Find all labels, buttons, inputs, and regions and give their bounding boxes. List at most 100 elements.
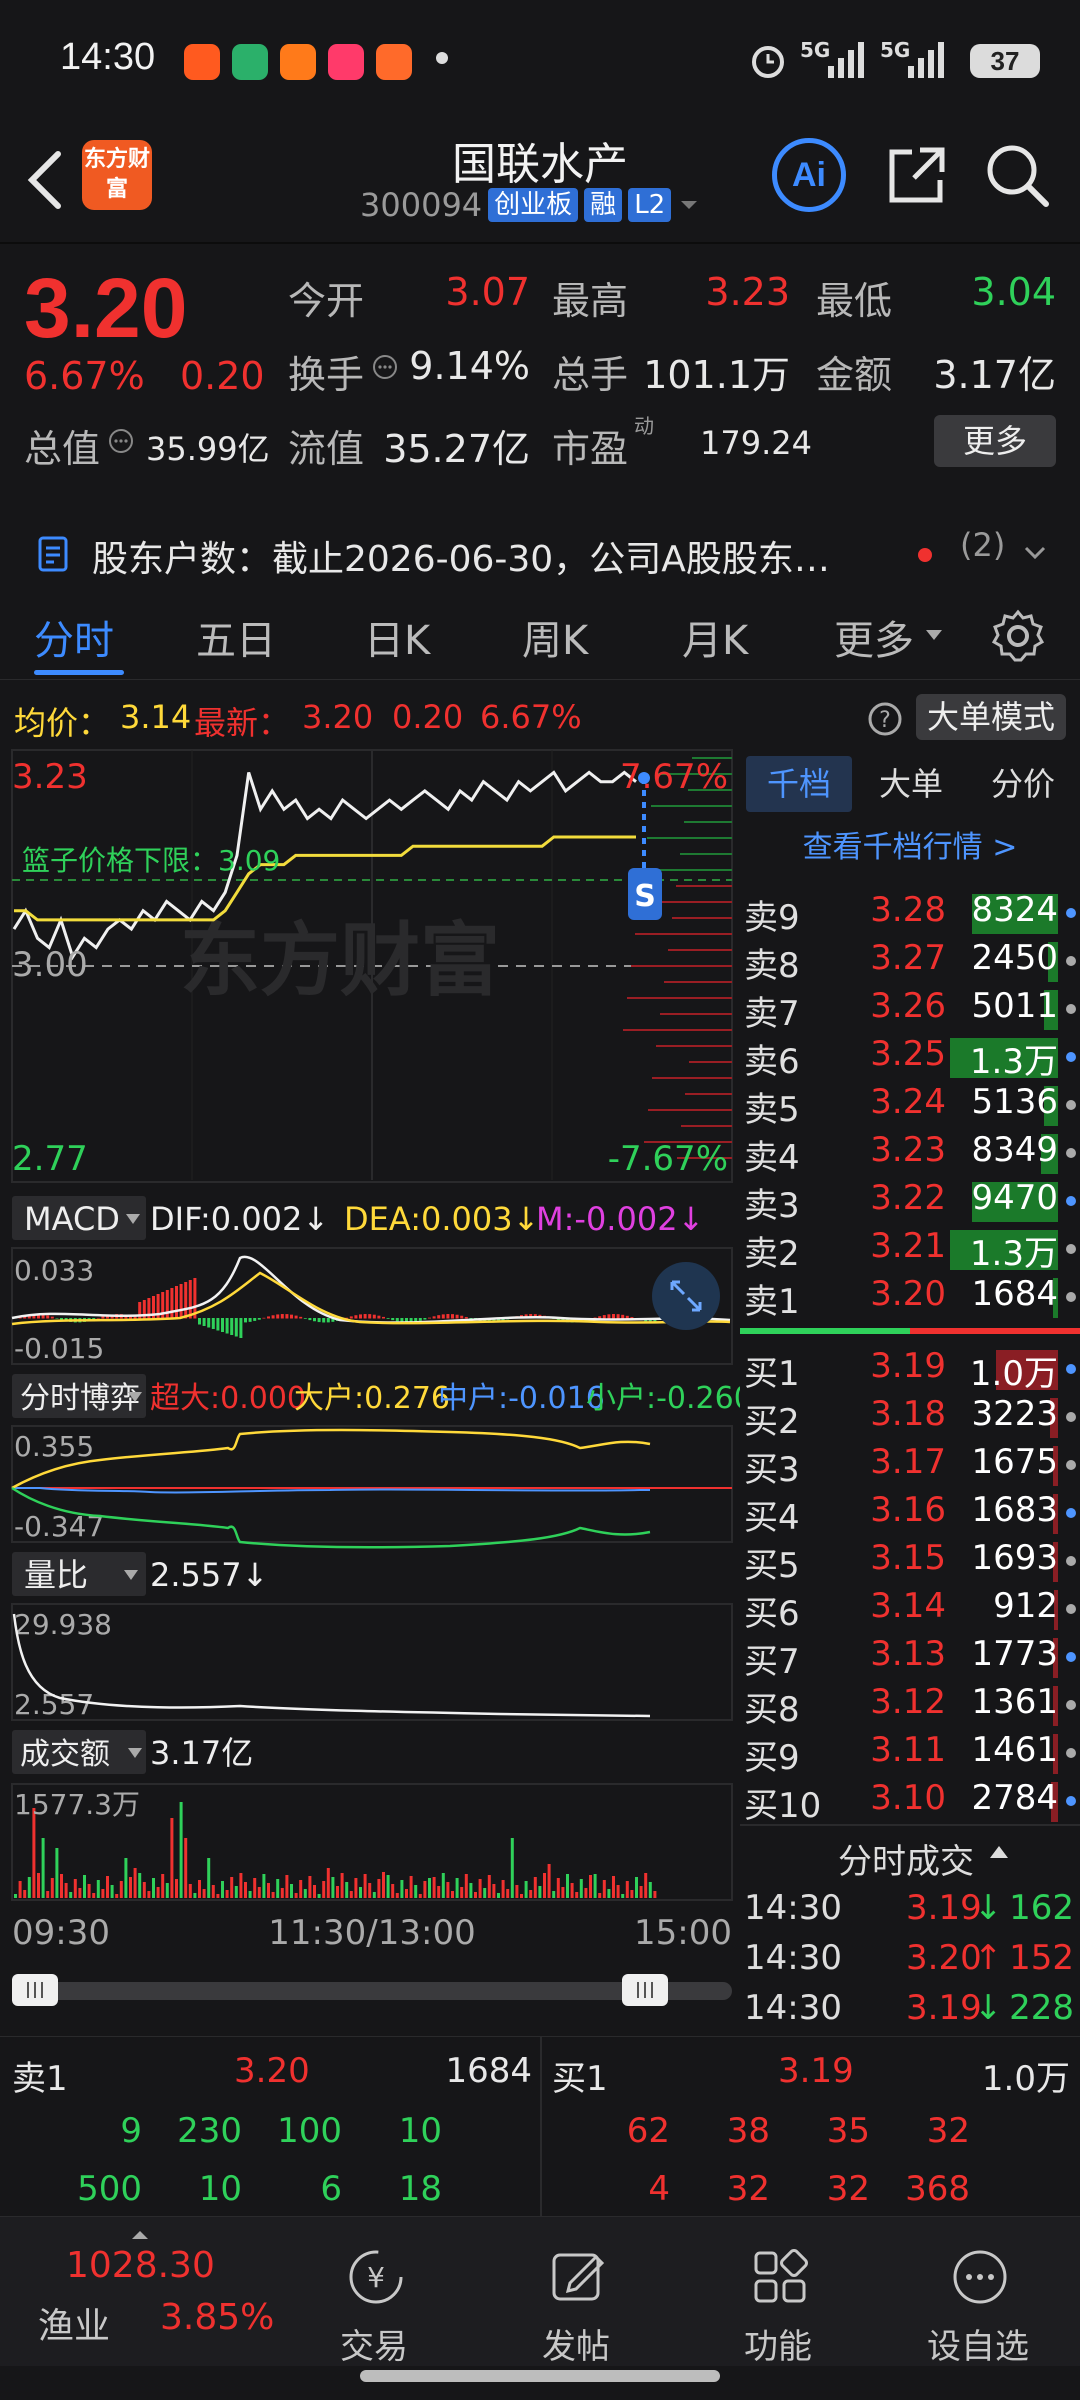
order-level[interactable]: 买2 3.18 3223 [740,1394,1080,1442]
info-icon[interactable] [106,426,136,456]
search-icon[interactable] [984,142,1050,208]
macd-bar [248,1318,252,1322]
order-level[interactable]: 买9 3.11 1461 [740,1730,1080,1778]
volume-bar [87,1884,91,1898]
volume-bar [331,1877,335,1898]
index-value[interactable]: 1028.30 [66,2245,215,2286]
volume-bar [165,1883,169,1898]
level-volume: 2450 [971,938,1058,978]
volume-bar [262,1874,266,1898]
nav-trade[interactable]: ¥ 交易 [274,2217,474,2367]
divider [0,242,1080,244]
volume-bar [198,1880,201,1898]
share-icon[interactable] [884,142,950,208]
dif-line [11,1255,731,1324]
tab-intraday[interactable]: 分时 [34,608,114,666]
order-level[interactable]: 卖6 3.25 1.3万 [740,1034,1080,1082]
level-dot-icon [1066,1460,1076,1470]
latest-pct: 6.67% [480,698,582,736]
index-name[interactable]: 渔业 [38,2297,110,2349]
open-label: 今开 [288,279,365,323]
tab-daily-k[interactable]: 日K [364,608,430,666]
level-name: 买8 [744,1690,800,1730]
depth-lines [623,757,732,1159]
notice-bar[interactable]: 股东户数：截止2026-06-30，公司A股股东… (2) [0,510,1080,590]
order-level[interactable]: 卖9 3.28 8324 [740,890,1080,938]
order-level[interactable]: 买4 3.16 1683 [740,1490,1080,1538]
nav-function[interactable]: 功能 [678,2217,878,2367]
order-level[interactable]: 买7 3.13 1773 [740,1634,1080,1682]
trade-row: 14:30 3.20 ↑ 152 [740,1938,1080,1988]
divider [740,1824,1080,1826]
tab-price-dist[interactable]: 分价 [970,756,1076,812]
ai-button[interactable]: Ai [772,138,846,212]
macd-bar [395,1318,399,1322]
order-level[interactable]: 买8 3.12 1361 [740,1682,1080,1730]
tab-more[interactable]: 更多 [834,608,914,666]
order-level[interactable]: 买1 3.19 1.0万 [740,1346,1080,1394]
view-depth-link[interactable]: 查看千档行情 > [740,822,1080,866]
volume-bar [363,1874,367,1898]
game-small-line [11,1486,651,1549]
tab-weekly-k[interactable]: 周K [522,608,588,666]
settings-icon[interactable] [990,608,1046,664]
tab-depth-1000[interactable]: 千档 [746,756,852,812]
intraday-chart-area[interactable]: 东方财富 S 3.23 3.00 2.77 7.67% -7.67% 篮子价格下… [0,748,740,2038]
volume-bar [69,1892,73,1898]
tab-five-day[interactable]: 五日 [196,608,276,666]
big-order-mode-button[interactable]: 大单模式 [916,694,1066,740]
ask-queue-volume: 10 [398,2111,442,2151]
active-tab-underline [34,670,124,675]
index-pct[interactable]: 3.85% [160,2297,274,2338]
help-icon[interactable]: ? [866,700,904,738]
ratio-frame [11,1603,733,1721]
macd-bar [441,1314,445,1319]
level-dot-icon [1066,1556,1076,1566]
nav-post[interactable]: 发帖 [476,2217,676,2367]
macd-bar [621,1314,625,1319]
volume-bar [175,1879,178,1898]
more-button[interactable]: 更多 [934,415,1056,467]
level-dot-icon [1066,1604,1076,1614]
order-level[interactable]: 买5 3.15 1693 [740,1538,1080,1586]
nav-add-watchlist[interactable]: 设自选 [878,2217,1078,2367]
level-name: 卖8 [744,946,800,986]
level-volume: 3223 [971,1394,1058,1434]
macd-bar [460,1315,464,1319]
volume-bar [575,1892,579,1898]
trades-title[interactable]: 分时成交 [838,1834,974,1883]
level-dot-icon [1066,1364,1076,1374]
intraday-chart[interactable]: 东方财富 S 3.23 3.00 2.77 7.67% -7.67% 篮子价格下… [0,748,740,2038]
tab-big-order[interactable]: 大单 [858,756,964,812]
stock-code-row[interactable]: 300094 创业板 融 L2 [360,186,701,224]
volume-bar [405,1889,408,1898]
macd-bar [262,1317,266,1319]
volume-bar [625,1881,629,1898]
macd-bar [271,1315,275,1319]
order-level[interactable]: 卖8 3.27 2450 [740,938,1080,986]
volume-bar [520,1894,523,1898]
order-level[interactable]: 卖7 3.26 5011 [740,986,1080,1034]
info-icon[interactable] [370,352,400,382]
home-indicator[interactable] [360,2370,720,2382]
app-notification-icon [232,44,268,80]
order-level[interactable]: 卖2 3.21 1.3万 [740,1226,1080,1274]
level-price: 3.24 [870,1082,946,1122]
order-level[interactable]: 买3 3.17 1675 [740,1442,1080,1490]
level-price: 3.14 [870,1586,946,1626]
order-level[interactable]: 买6 3.14 912 [740,1586,1080,1634]
open-value: 3.07 [445,270,530,314]
tab-monthly-k[interactable]: 月K [682,608,748,666]
order-level[interactable]: 买10 3.10 2784 [740,1778,1080,1826]
app-notification-icon [376,44,412,80]
order-level[interactable]: 卖4 3.23 8349 [740,1130,1080,1178]
level-name: 买4 [744,1498,800,1538]
volume-bar [648,1882,652,1898]
order-level[interactable]: 卖1 3.20 1684 [740,1274,1080,1322]
turnover-label: 换手 [288,353,365,397]
order-level[interactable]: 卖5 3.24 5136 [740,1082,1080,1130]
game-big-line [11,1428,651,1490]
volume-bar [55,1848,59,1898]
level-volume: 912 [993,1586,1058,1626]
order-level[interactable]: 卖3 3.22 9470 [740,1178,1080,1226]
